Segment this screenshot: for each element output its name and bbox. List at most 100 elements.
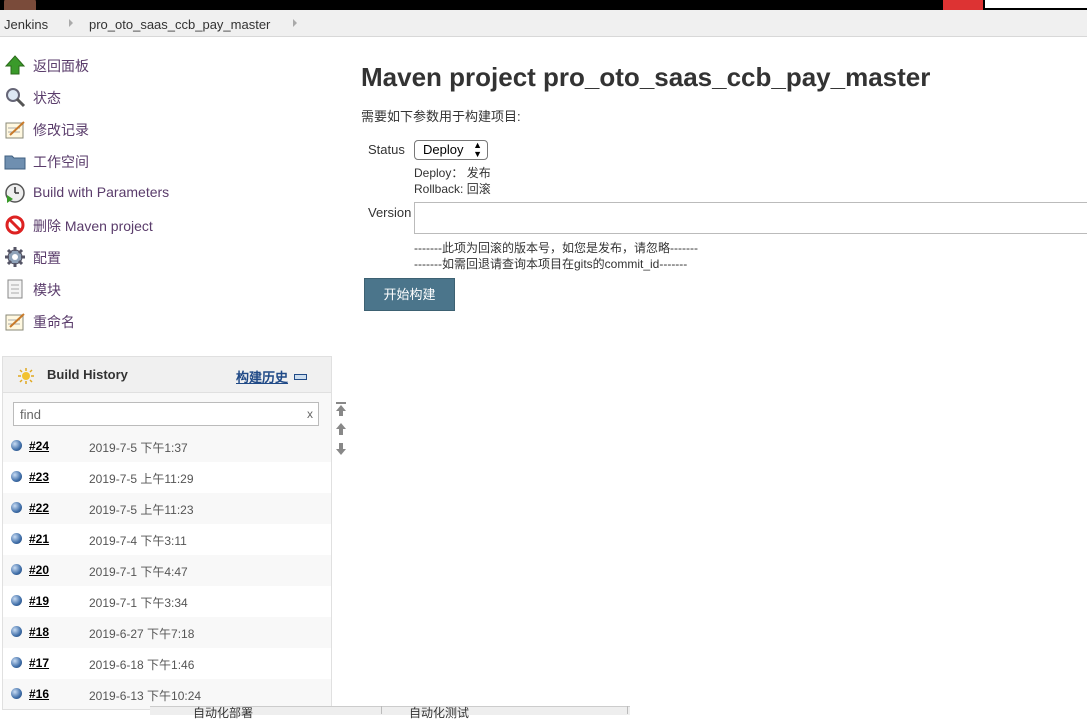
tab-auto-test[interactable]: 自动化测试 [409,704,469,721]
sidebar-item-configure[interactable]: 配置 [0,244,330,270]
sidebar-item-label: 重命名 [33,314,75,330]
jenkins-logo[interactable] [4,0,36,10]
status-select[interactable]: Deploy ▲ ▼ [414,140,488,160]
document-icon [7,279,23,299]
no-entry-icon [5,215,25,235]
build-status-ball-icon [11,688,22,699]
build-row: #23 2019-7-5 上午11:29 [3,462,331,493]
collapse-icon[interactable] [294,374,307,380]
scroll-up-icon[interactable] [335,422,347,436]
search-placeholder: find [20,407,41,422]
build-number-link[interactable]: #19 [29,594,49,608]
build-row: #17 2019-6-18 下午1:46 [3,648,331,679]
scroll-top-icon[interactable] [335,402,347,416]
build-row: #18 2019-6-27 下午7:18 [3,617,331,648]
build-status-ball-icon [11,564,22,575]
sidebar-item-delete-project[interactable]: 删除 Maven project [0,212,330,238]
breadcrumb-project[interactable]: pro_oto_saas_ccb_pay_master [89,17,270,32]
tab-auto-deploy[interactable]: 自动化部署 [193,704,253,721]
gear-icon [5,247,25,267]
build-date[interactable]: 2019-7-4 下午3:11 [89,532,187,549]
history-scroll-controls [332,398,350,462]
build-row: #20 2019-7-1 下午4:47 [3,555,331,586]
build-row: #21 2019-7-4 下午3:11 [3,524,331,555]
build-history-search-input[interactable]: find x [13,402,319,426]
build-number-link[interactable]: #20 [29,563,49,577]
clock-play-icon [5,183,25,203]
divider [381,706,382,714]
clear-search-icon[interactable]: x [307,407,313,421]
build-row: #22 2019-7-5 上午11:23 [3,493,331,524]
build-number-link[interactable]: #16 [29,687,49,701]
version-hint-1: -------此项为回滚的版本号，如您是发布，请忽略------- [414,241,698,255]
top-header [0,0,1087,10]
build-number-link[interactable]: #22 [29,501,49,515]
sidebar-item-label: 模块 [33,282,61,298]
sidebar-item-workspace[interactable]: 工作空间 [0,148,330,174]
breadcrumb: Jenkins pro_oto_saas_ccb_pay_master [0,10,1087,37]
build-row: #24 2019-7-5 下午1:37 [3,431,331,462]
build-number-link[interactable]: #23 [29,470,49,484]
build-date[interactable]: 2019-6-13 下午10:24 [89,687,201,704]
status-hint-rollback: Rollback: 回滚 [414,182,491,196]
build-number-link[interactable]: #17 [29,656,49,670]
select-arrows-icon: ▲ ▼ [473,140,482,159]
sidebar-item-label: 修改记录 [33,122,89,138]
build-status-ball-icon [11,657,22,668]
sidebar-item-label: 返回面板 [33,58,89,74]
build-date[interactable]: 2019-7-5 上午11:23 [89,501,194,518]
build-status-ball-icon [11,533,22,544]
sidebar-item-rename[interactable]: 重命名 [0,308,330,334]
scroll-down-icon[interactable] [335,442,347,456]
version-input[interactable] [414,202,1087,234]
sidebar-item-build-with-parameters[interactable]: Build with Parameters [0,180,330,206]
folder-icon [4,155,26,170]
build-number-link[interactable]: #18 [29,625,49,639]
sidebar-item-status[interactable]: 状态 [0,84,330,110]
breadcrumb-arrow-icon[interactable] [69,19,73,27]
build-date[interactable]: 2019-6-27 下午7:18 [89,625,194,642]
sidebar-item-changes[interactable]: 修改记录 [0,116,330,142]
sidebar-item-label: 配置 [33,250,61,266]
sidebar-item-label: Build with Parameters [33,184,170,200]
build-status-ball-icon [11,471,22,482]
sidebar-item-label: 删除 Maven project [33,218,153,234]
breadcrumb-jenkins[interactable]: Jenkins [4,17,48,32]
build-date[interactable]: 2019-7-1 下午3:34 [89,594,188,611]
build-date[interactable]: 2019-7-5 下午1:37 [89,439,188,456]
sidebar-item-modules[interactable]: 模块 [0,276,330,302]
breadcrumb-arrow-icon[interactable] [293,19,297,27]
sidebar-item-back-to-dashboard[interactable]: 返回面板 [0,52,330,78]
build-history-panel: Build History 构建历史 find x #24 2019-7-5 下… [2,356,332,710]
status-hint-deploy: Deploy： 发布 [414,166,491,180]
build-status-ball-icon [11,595,22,606]
build-history-link[interactable]: 构建历史 [236,367,288,386]
up-arrow-icon [4,55,26,75]
sidebar-item-label: 工作空间 [33,154,89,170]
build-history-title: Build History [47,367,128,382]
build-status-ball-icon [11,502,22,513]
notepad-icon [5,121,25,139]
build-number-link[interactable]: #24 [29,439,49,453]
build-date[interactable]: 2019-7-5 上午11:29 [89,470,194,487]
header-alert-block [943,0,983,10]
header-search-box[interactable] [985,0,1087,8]
start-build-button[interactable]: 开始构建 [364,278,455,311]
page-description: 需要如下参数用于构建项目: [361,109,521,124]
build-date[interactable]: 2019-7-1 下午4:47 [89,563,188,580]
version-param-label: Version [368,205,412,220]
build-history-header: Build History 构建历史 [3,357,331,393]
status-select-value: Deploy [423,142,464,157]
build-number-link[interactable]: #21 [29,532,49,546]
build-date[interactable]: 2019-6-18 下午1:46 [89,656,194,673]
notepad-icon [5,313,25,331]
sun-icon [18,368,34,384]
build-status-ball-icon [11,626,22,637]
build-status-ball-icon [11,440,22,451]
divider [627,706,628,714]
sidebar-item-label: 状态 [33,90,61,106]
status-param-label: Status [368,142,405,157]
page-title: Maven project pro_oto_saas_ccb_pay_maste… [361,62,931,92]
search-icon [6,88,26,108]
build-row: #19 2019-7-1 下午3:34 [3,586,331,617]
